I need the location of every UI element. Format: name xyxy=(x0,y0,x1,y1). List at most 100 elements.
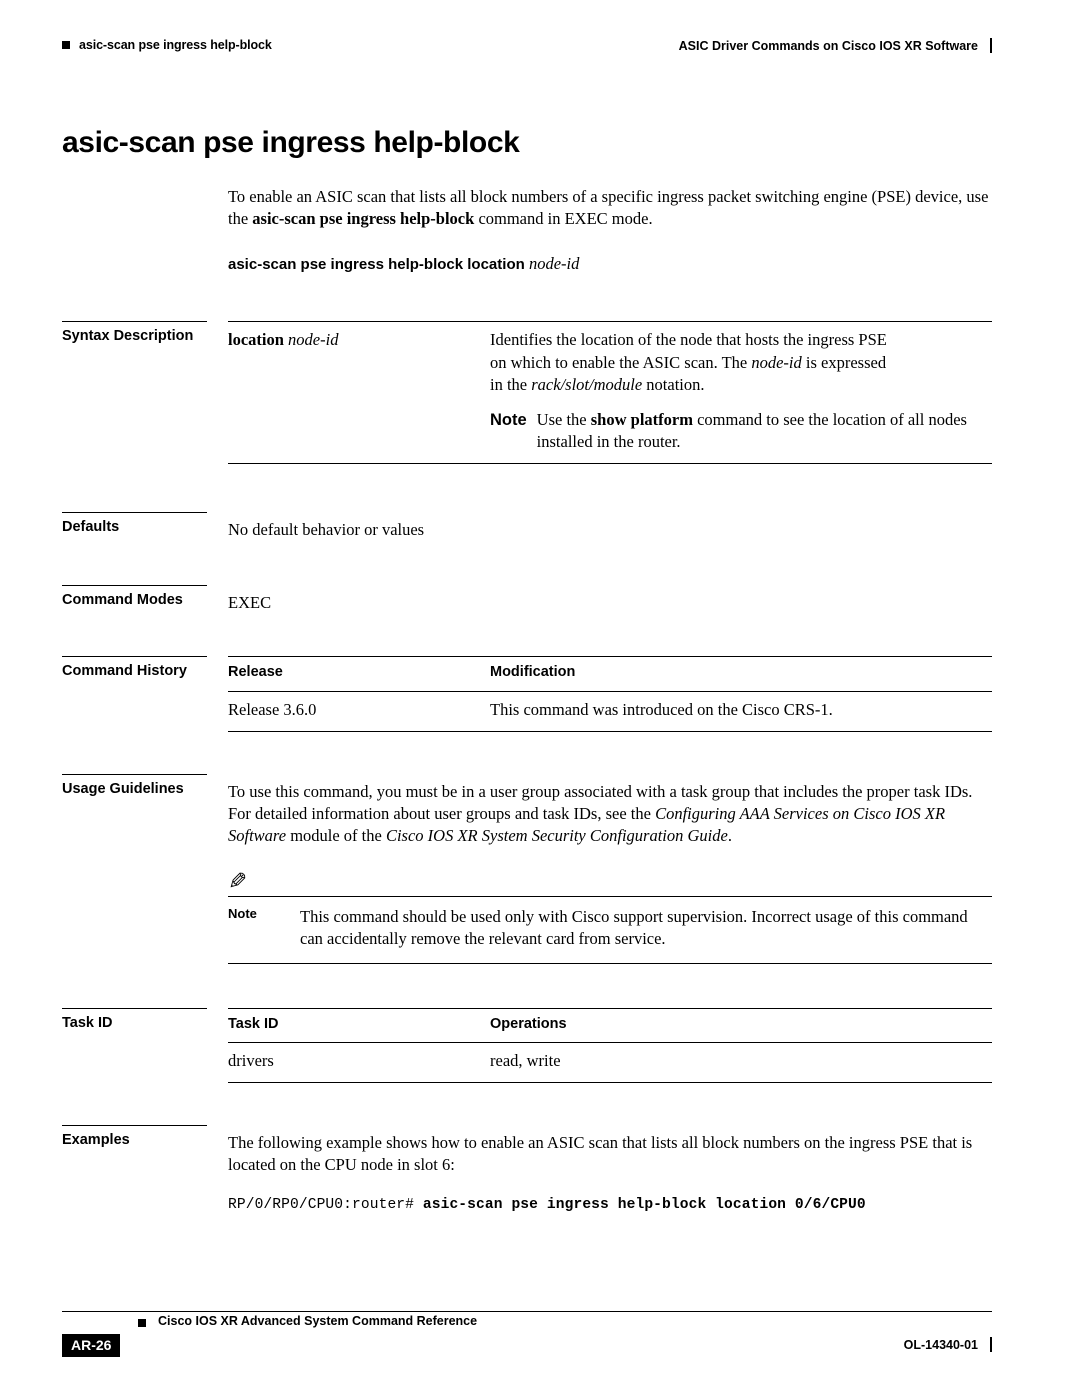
table-header-row: Task ID Operations xyxy=(228,1008,992,1044)
note-label: Note xyxy=(228,905,257,921)
syntax-desc-notation: rack/slot/module xyxy=(531,375,643,395)
page-footer: Cisco IOS XR Advanced System Command Ref… xyxy=(62,1311,992,1357)
command-modes-label-col: Command Modes xyxy=(62,584,228,608)
footer-inner: Cisco IOS XR Advanced System Command Ref… xyxy=(62,1312,992,1357)
syntax-note-table: Note Use the show platform command to se… xyxy=(490,409,992,454)
syntax-description-label-col: Syntax Description xyxy=(62,321,228,344)
note-row: Note This command should be used only wi… xyxy=(228,906,992,951)
task-id-table: Task ID Operations drivers read, write xyxy=(228,1008,992,1083)
defaults-label-col: Defaults xyxy=(62,511,228,535)
footer-right: OL-14340-01 xyxy=(904,1337,992,1352)
syntax-description-table: location node-id Identifies the location… xyxy=(228,322,992,464)
syntax-desc-line-3a: in the xyxy=(490,375,532,395)
header-left: asic-scan pse ingress help-block xyxy=(62,38,272,52)
usage-note-top-rule xyxy=(228,895,992,897)
section-command-modes: Command Modes EXEC xyxy=(62,584,992,614)
syntax-param-cell: location node-id xyxy=(228,322,490,462)
section-syntax-description: Syntax Description location node-id Iden… xyxy=(62,321,992,464)
syntax-desc-line-2b: is expressed xyxy=(801,352,887,372)
document-page: asic-scan pse ingress help-block ASIC Dr… xyxy=(0,0,1080,1397)
syntax-param-keyword: location xyxy=(228,330,284,350)
command-syntax-text: asic-scan pse ingress help-block locatio… xyxy=(228,255,525,273)
footer-book-title: Cisco IOS XR Advanced System Command Ref… xyxy=(158,1314,478,1328)
usage-note-block: ✎ Note This command should be used only … xyxy=(228,869,992,964)
command-history-release: Release 3.6.0 xyxy=(228,691,490,732)
note-command-name: show platform xyxy=(590,409,693,429)
syntax-desc-line-2a: on which to enable the ASIC scan. The xyxy=(490,352,752,372)
command-syntax-argument: node-id xyxy=(528,253,580,273)
intro-paragraph: To enable an ASIC scan that lists all bl… xyxy=(228,186,992,231)
intro-row: To enable an ASIC scan that lists all bl… xyxy=(62,186,992,275)
cli-prompt: RP/0/RP0/CPU0:router# xyxy=(228,1196,423,1213)
syntax-desc-line-3: in the rack/slot/module notation. xyxy=(490,374,992,396)
cli-command: asic-scan pse ingress help-block locatio… xyxy=(422,1196,866,1213)
command-history-col2-header: Modification xyxy=(490,657,992,693)
command-modes-label: Command Modes xyxy=(62,591,183,608)
defaults-label: Defaults xyxy=(62,518,120,535)
usage-guidelines-text: To use this command, you must be in a us… xyxy=(228,774,992,848)
section-task-id: Task ID Task ID Operations drivers read,… xyxy=(62,1007,992,1083)
usage-guide-title: Cisco IOS XR System Security Configurati… xyxy=(385,826,728,846)
defaults-text: No default behavior or values xyxy=(228,519,425,539)
syntax-desc-line-2: on which to enable the ASIC scan. The no… xyxy=(490,352,992,374)
page-header: asic-scan pse ingress help-block ASIC Dr… xyxy=(62,38,992,64)
header-running-command: asic-scan pse ingress help-block xyxy=(79,38,272,52)
bullet-square-icon xyxy=(138,1319,146,1327)
task-id-col1-header: Task ID xyxy=(228,1008,490,1044)
bullet-square-icon xyxy=(62,41,70,49)
usage-text-c: . xyxy=(727,826,732,846)
page-number-badge: AR-26 xyxy=(62,1334,121,1357)
rule-cell-2 xyxy=(490,462,992,464)
task-id-body: Task ID Operations drivers read, write xyxy=(228,1007,992,1083)
command-history-modification: This command was introduced on the Cisco… xyxy=(490,691,992,732)
intro-command-name: asic-scan pse ingress help-block xyxy=(252,209,475,229)
syntax-description-label: Syntax Description xyxy=(62,328,194,345)
syntax-description-body: location node-id Identifies the location… xyxy=(228,321,992,464)
examples-text: The following example shows how to enabl… xyxy=(228,1132,973,1175)
section-defaults: Defaults No default behavior or values xyxy=(62,511,992,541)
examples-label-col: Examples xyxy=(62,1124,228,1148)
note-text-a: Use the xyxy=(536,409,591,429)
header-right: ASIC Driver Commands on Cisco IOS XR Sof… xyxy=(679,38,992,53)
usage-note-table: Note This command should be used only wi… xyxy=(228,906,992,951)
note-row: Note Use the show platform command to se… xyxy=(490,409,992,454)
examples-body: The following example shows how to enabl… xyxy=(228,1125,992,1213)
intro-label-spacer xyxy=(62,186,228,195)
task-id-label: Task ID xyxy=(62,1014,113,1031)
defaults-body: No default behavior or values xyxy=(228,512,992,541)
task-id-operations: read, write xyxy=(490,1042,992,1083)
syntax-desc-line-3b: notation. xyxy=(642,375,705,395)
usage-note-bottom-rule xyxy=(228,962,992,964)
section-command-history: Command History Release Modification Rel… xyxy=(62,656,992,732)
command-history-label-col: Command History xyxy=(62,656,228,679)
task-id-col2-header: Operations xyxy=(490,1008,992,1044)
examples-code-line: RP/0/RP0/CPU0:router# asic-scan pse ingr… xyxy=(228,1197,992,1213)
command-syntax-line: asic-scan pse ingress help-block locatio… xyxy=(228,253,992,275)
table-header-row: Release Modification xyxy=(228,657,992,693)
syntax-desc-nodeid: node-id xyxy=(751,352,802,372)
syntax-table-bottom-rule-row xyxy=(228,462,992,464)
table-row: drivers read, write xyxy=(228,1042,992,1083)
command-modes-body: EXEC xyxy=(228,585,992,614)
syntax-desc-line-1: Identifies the location of the node that… xyxy=(490,330,887,350)
note-text: This command should be used only with Ci… xyxy=(300,906,968,949)
usage-guidelines-label-col: Usage Guidelines xyxy=(62,773,228,797)
header-rule-icon xyxy=(990,38,992,53)
command-history-label: Command History xyxy=(62,663,187,680)
task-id-label-col: Task ID xyxy=(62,1007,228,1031)
examples-label: Examples xyxy=(62,1131,130,1148)
intro-body: To enable an ASIC scan that lists all bl… xyxy=(228,186,992,275)
usage-guidelines-label: Usage Guidelines xyxy=(62,780,184,797)
section-examples: Examples The following example shows how… xyxy=(62,1124,992,1213)
command-history-body: Release Modification Release 3.6.0 This … xyxy=(228,656,992,732)
footer-doc-number: OL-14340-01 xyxy=(903,1337,978,1352)
command-history-table: Release Modification Release 3.6.0 This … xyxy=(228,657,992,732)
section-usage-guidelines: Usage Guidelines To use this command, yo… xyxy=(62,773,992,964)
command-history-col1-header: Release xyxy=(228,657,490,693)
page-content: To enable an ASIC scan that lists all bl… xyxy=(62,186,992,1213)
intro-text-2: command in EXEC mode. xyxy=(474,209,653,229)
note-label: Note xyxy=(490,410,527,429)
usage-text-b: module of the xyxy=(286,826,386,846)
header-chapter-title: ASIC Driver Commands on Cisco IOS XR Sof… xyxy=(678,38,978,53)
table-row: Release 3.6.0 This command was introduce… xyxy=(228,691,992,732)
